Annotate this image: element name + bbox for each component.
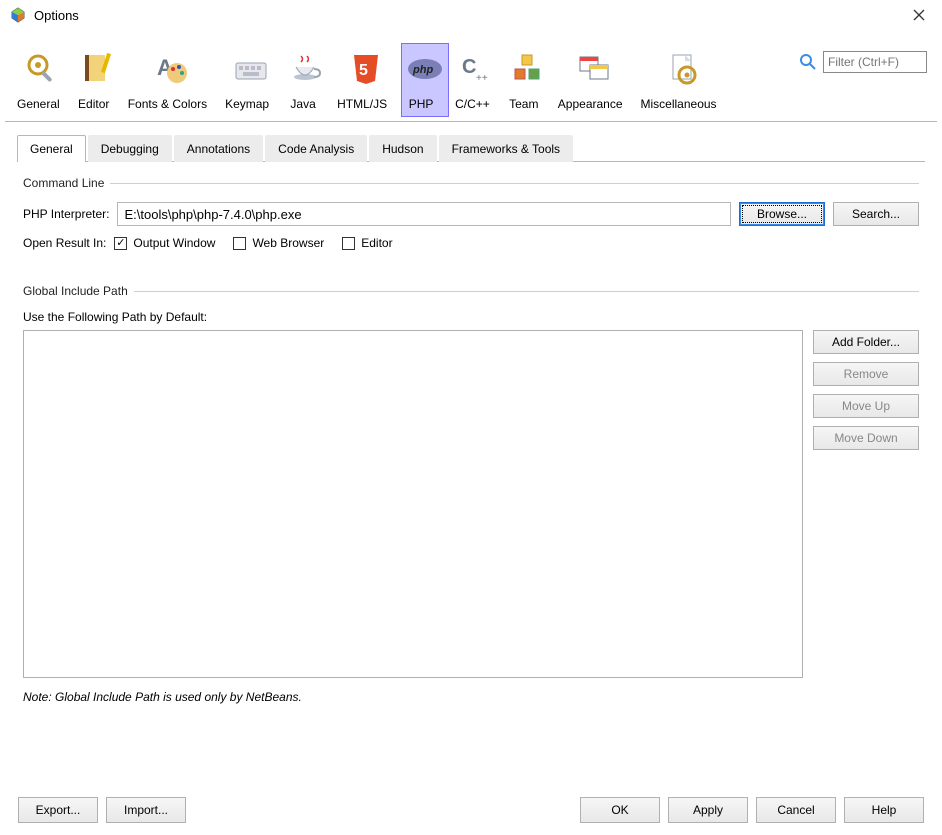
search-icon <box>799 53 817 71</box>
move-down-button[interactable]: Move Down <box>813 426 919 450</box>
category-java[interactable]: Java <box>283 43 331 117</box>
check-editor[interactable]: Editor <box>342 236 392 250</box>
category-keymap[interactable]: Keymap <box>221 43 281 117</box>
keyboard-icon <box>231 49 271 89</box>
c-cpp-icon: C++ <box>456 49 496 89</box>
apply-button[interactable]: Apply <box>668 797 748 823</box>
category-php[interactable]: php PHP <box>401 43 449 117</box>
category-miscellaneous[interactable]: Miscellaneous <box>637 43 729 117</box>
cancel-button[interactable]: Cancel <box>756 797 836 823</box>
check-output-window[interactable]: ✓ Output Window <box>114 236 215 250</box>
book-pencil-icon <box>78 49 118 89</box>
html5-shield-icon: 5 <box>346 49 386 89</box>
tab-hudson[interactable]: Hudson <box>369 135 436 162</box>
filter-input[interactable] <box>823 51 927 73</box>
group-command-line: Command Line PHP Interpreter: Browse... … <box>23 176 919 270</box>
cubes-icon <box>508 49 548 89</box>
titlebar: Options <box>0 0 942 30</box>
svg-text:5: 5 <box>359 62 368 79</box>
document-gear-icon <box>663 49 703 89</box>
help-button[interactable]: Help <box>844 797 924 823</box>
check-label: Editor <box>361 236 392 250</box>
ok-button[interactable]: OK <box>580 797 660 823</box>
browse-button[interactable]: Browse... <box>739 202 825 226</box>
close-icon[interactable] <box>906 4 932 26</box>
windows-icon <box>574 49 614 89</box>
category-html-js[interactable]: 5 HTML/JS <box>333 43 399 117</box>
check-web-browser[interactable]: Web Browser <box>233 236 324 250</box>
category-toolbar: General Editor A Fonts & Colors Keymap J… <box>5 31 937 122</box>
include-path-list[interactable] <box>23 330 803 678</box>
include-note: Note: Global Include Path is used only b… <box>23 690 919 704</box>
group-legend: Command Line <box>23 176 110 190</box>
open-result-label: Open Result In: <box>23 236 106 250</box>
check-label: Output Window <box>133 236 215 250</box>
category-c-cpp[interactable]: C++ C/C++ <box>451 43 502 117</box>
import-button[interactable]: Import... <box>106 797 186 823</box>
category-label: PHP <box>409 97 434 111</box>
interpreter-input[interactable] <box>117 202 731 226</box>
category-label: Fonts & Colors <box>128 97 207 111</box>
check-icon: ✓ <box>116 238 125 249</box>
tab-code-analysis[interactable]: Code Analysis <box>265 135 367 162</box>
category-label: Keymap <box>225 97 269 111</box>
gear-wrench-icon <box>22 49 62 89</box>
category-label: Editor <box>78 97 109 111</box>
coffee-cup-icon <box>287 49 327 89</box>
sub-tabs: General Debugging Annotations Code Analy… <box>17 134 925 162</box>
category-editor[interactable]: Editor <box>74 43 122 117</box>
category-label: HTML/JS <box>337 97 387 111</box>
move-up-button[interactable]: Move Up <box>813 394 919 418</box>
category-label: Miscellaneous <box>641 97 717 111</box>
tab-frameworks-tools[interactable]: Frameworks & Tools <box>439 135 573 162</box>
category-team[interactable]: Team <box>504 43 552 117</box>
dialog-footer: Export... Import... OK Apply Cancel Help <box>0 797 942 823</box>
category-general[interactable]: General <box>13 43 72 117</box>
export-button[interactable]: Export... <box>18 797 98 823</box>
category-label: Java <box>290 97 315 111</box>
add-folder-button[interactable]: Add Folder... <box>813 330 919 354</box>
tab-content: Command Line PHP Interpreter: Browse... … <box>5 162 937 736</box>
window-title: Options <box>34 8 79 23</box>
category-label: C/C++ <box>455 97 490 111</box>
tab-general[interactable]: General <box>17 135 86 162</box>
tab-debugging[interactable]: Debugging <box>88 135 172 162</box>
palette-a-icon: A <box>151 49 191 89</box>
category-label: Appearance <box>558 97 623 111</box>
php-icon: php <box>405 49 445 89</box>
remove-button[interactable]: Remove <box>813 362 919 386</box>
app-icon <box>10 7 26 23</box>
svg-text:C: C <box>462 56 476 78</box>
group-legend: Global Include Path <box>23 284 134 298</box>
tab-annotations[interactable]: Annotations <box>174 135 263 162</box>
category-label: Team <box>509 97 538 111</box>
check-label: Web Browser <box>252 236 324 250</box>
group-global-include: Global Include Path Use the Following Pa… <box>23 284 919 714</box>
svg-text:++: ++ <box>476 73 488 84</box>
search-button[interactable]: Search... <box>833 202 919 226</box>
category-fonts-colors[interactable]: A Fonts & Colors <box>124 43 219 117</box>
svg-text:php: php <box>412 64 433 76</box>
category-appearance[interactable]: Appearance <box>554 43 635 117</box>
interpreter-label: PHP Interpreter: <box>23 207 109 221</box>
category-label: General <box>17 97 60 111</box>
use-path-label: Use the Following Path by Default: <box>23 310 207 324</box>
